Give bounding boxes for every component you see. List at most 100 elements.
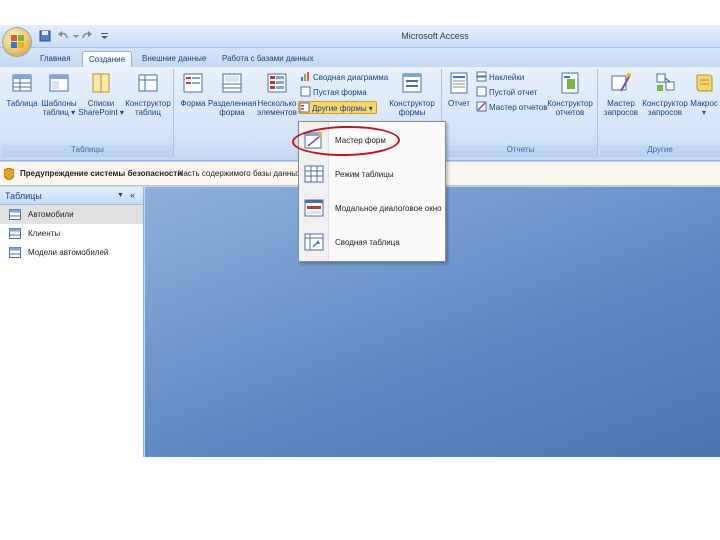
sharepoint-lists-icon <box>92 73 110 93</box>
table-button[interactable]: Таблица <box>4 71 40 108</box>
security-warning-text: Часть содержимого базы данных <box>178 169 302 178</box>
table-object-icon <box>9 228 21 239</box>
pivot-chart-button[interactable]: Сводная диаграмма <box>300 71 388 84</box>
report-label: Отчет <box>448 99 470 108</box>
other-group-label: Другие <box>600 145 720 157</box>
pivot-table-icon <box>304 233 324 251</box>
menu-item-modal-dialog[interactable]: Модальное диалоговое окно <box>299 192 445 225</box>
chevron-down-icon[interactable]: ▼ <box>117 192 124 199</box>
other-forms-button[interactable]: Другие формы ▾ <box>298 101 377 114</box>
blank-report-icon <box>476 86 487 97</box>
table-designer-label: Конструктор <box>125 99 171 108</box>
form-designer-label-2: формы <box>398 108 426 117</box>
blank-report-label: Пустой отчет <box>489 88 538 97</box>
macro-icon <box>696 74 713 92</box>
table-templates-label-2: таблиц ▾ <box>42 108 76 117</box>
macro-button[interactable]: Макрос ▾ <box>688 71 720 117</box>
macro-label: Макрос <box>690 99 718 108</box>
modal-dialog-icon <box>304 199 324 217</box>
office-logo-icon <box>11 35 24 48</box>
reports-group-label: Отчеты <box>444 145 597 157</box>
report-button[interactable]: Отчет <box>446 71 472 108</box>
menu-item-label: Режим таблицы <box>335 170 394 179</box>
labels-button[interactable]: Наклейки <box>476 71 524 84</box>
other-group: Мастер запросов Конструктор запросов Мак… <box>600 69 720 157</box>
form-designer-button[interactable]: Конструктор формы <box>386 71 438 117</box>
split-form-button[interactable]: Разделенная форма <box>208 71 257 117</box>
blank-form-icon <box>300 86 311 97</box>
security-warning-title: Предупреждение системы безопасности <box>20 169 183 178</box>
sharepoint-lists-button[interactable]: Списки SharePoint ▾ <box>78 71 124 117</box>
blank-form-label: Пустая форма <box>313 88 367 97</box>
report-wizard-button[interactable]: Мастер отчетов <box>476 101 547 114</box>
tab-home[interactable]: Главная <box>34 51 76 67</box>
menu-item-label: Модальное диалоговое окно <box>335 204 442 213</box>
pivot-chart-label: Сводная диаграмма <box>313 73 389 82</box>
split-form-label-2: форма <box>219 108 245 117</box>
form-label: Форма <box>180 99 206 108</box>
sharepoint-lists-label: Списки <box>87 99 115 108</box>
sharepoint-lists-label-2: SharePoint ▾ <box>78 108 124 117</box>
tab-database-tools[interactable]: Работа с базами данных <box>216 51 320 67</box>
multiple-items-button[interactable]: Несколько элементов <box>256 71 298 117</box>
menu-item-datasheet[interactable]: Режим таблицы <box>299 158 445 191</box>
menu-item-label: Сводная таблица <box>335 238 400 247</box>
query-designer-label: Конструктор <box>642 99 688 108</box>
query-wizard-label-2: запросов <box>603 108 639 117</box>
report-designer-icon <box>561 72 579 94</box>
tab-external-data[interactable]: Внешние данные <box>136 51 212 67</box>
office-button[interactable] <box>2 27 32 57</box>
table-object-icon <box>9 209 21 220</box>
query-designer-label-2: запросов <box>647 108 683 117</box>
blank-form-button[interactable]: Пустая форма <box>300 86 367 99</box>
form-designer-icon <box>402 73 422 93</box>
blank-report-button[interactable]: Пустой отчет <box>476 86 537 99</box>
query-wizard-icon <box>611 73 631 92</box>
tables-group: Таблица Шаблоны таблиц ▾ Списки SharePoi… <box>2 69 174 157</box>
datasheet-icon <box>304 165 324 183</box>
report-designer-button[interactable]: Конструктор отчетов <box>544 71 596 117</box>
nav-item-car-models[interactable]: Модели автомобилей <box>0 243 143 262</box>
form-button[interactable]: Форма <box>178 71 208 108</box>
multiple-items-label-2: элементов <box>257 108 297 117</box>
labels-icon <box>476 71 487 82</box>
nav-item-label: Автомобили <box>28 210 74 219</box>
pivot-chart-icon <box>301 72 309 81</box>
reports-group: Отчет Наклейки Пустой отчет Мастер отчет… <box>444 69 598 157</box>
other-forms-icon <box>299 102 310 113</box>
table-templates-icon <box>49 74 69 92</box>
form-designer-label: Конструктор <box>389 99 435 108</box>
collapse-pane-icon[interactable]: « <box>130 190 135 200</box>
labels-label: Наклейки <box>489 73 525 82</box>
window-title: Microsoft Access <box>401 31 469 41</box>
title-bar: Microsoft Access <box>0 25 720 48</box>
report-wizard-label: Мастер отчетов <box>489 103 548 112</box>
nav-item-label: Клиенты <box>28 229 61 238</box>
table-designer-label-2: таблиц <box>135 108 161 117</box>
navigation-pane-header[interactable]: Таблицы ▼ « <box>0 187 143 205</box>
navigation-pane: Таблицы ▼ « Автомобили Клиенты Модели ав… <box>0 187 144 457</box>
query-designer-button[interactable]: Конструктор запросов <box>640 71 690 117</box>
query-wizard-label: Мастер <box>607 99 635 108</box>
table-button-label: Таблица <box>6 99 38 108</box>
report-designer-label-2: отчетов <box>555 108 585 117</box>
navigation-pane-title: Таблицы <box>5 191 42 201</box>
ribbon-tabs: Главная Создание Внешние данные Работа с… <box>0 48 720 67</box>
menu-item-pivot-table[interactable]: Сводная таблица <box>299 226 445 259</box>
nav-item-cars[interactable]: Автомобили <box>0 205 143 224</box>
nav-item-label: Модели автомобилей <box>28 248 109 257</box>
macro-label-2: ▾ <box>701 108 706 117</box>
table-templates-label: Шаблоны <box>41 99 77 108</box>
shield-icon <box>4 168 14 180</box>
form-icon <box>183 73 203 93</box>
tables-group-label: Таблицы <box>2 145 173 157</box>
table-designer-icon <box>138 74 158 92</box>
split-form-icon <box>222 73 242 93</box>
nav-item-clients[interactable]: Клиенты <box>0 224 143 243</box>
query-wizard-button[interactable]: Мастер запросов <box>602 71 640 117</box>
tab-create[interactable]: Создание <box>82 51 133 67</box>
table-templates-button[interactable]: Шаблоны таблиц ▾ <box>40 71 78 117</box>
table-designer-button[interactable]: Конструктор таблиц <box>124 71 172 117</box>
other-forms-label: Другие формы ▾ <box>312 104 373 113</box>
table-icon <box>12 74 32 92</box>
